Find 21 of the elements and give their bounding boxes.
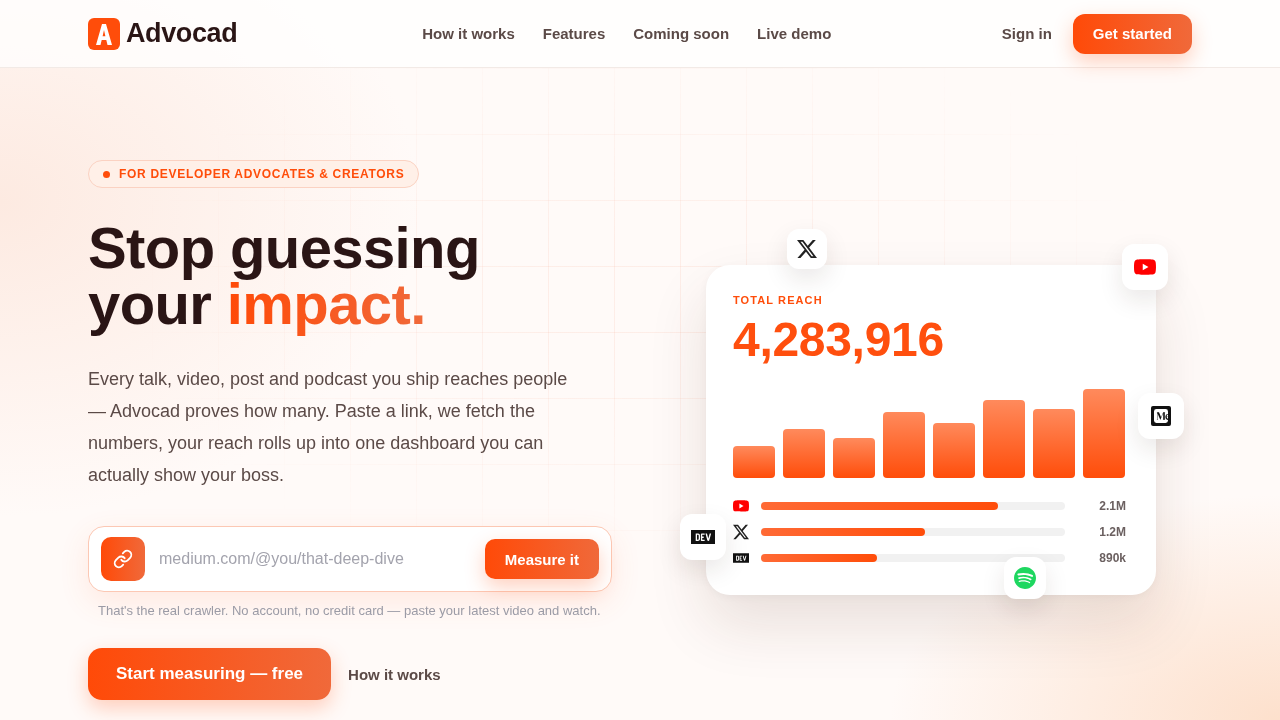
how-it-works-link[interactable]: How it works	[348, 665, 441, 683]
reach-label: TOTAL REACH	[733, 294, 824, 307]
home-link[interactable]: Advocad	[88, 17, 238, 50]
link-icon	[101, 537, 145, 581]
reach-value: 1.2M	[1098, 525, 1126, 539]
nav-link[interactable]: Live demo	[757, 25, 832, 42]
dev-logo-icon	[733, 550, 749, 566]
nav-link[interactable]: Coming soon	[633, 25, 730, 42]
youtube-logo-icon	[733, 498, 749, 514]
reach-total: 4,283,916	[733, 314, 945, 365]
nav-link[interactable]: How it works	[422, 25, 515, 42]
hero-description: Every talk, video, post and podcast you ship reaches people — Advocad proves how many. Paste a link, we fetch the numbers, your reach rolls up into one dashboard you can actually show your boss.	[88, 368, 569, 487]
tag-label: FOR DEVELOPER ADVOCATES & CREATORS	[119, 167, 405, 181]
reach-value: 890k	[1098, 551, 1126, 565]
nav-link[interactable]: Features	[542, 25, 606, 42]
sign-in-link[interactable]: Sign in	[1001, 25, 1052, 42]
dot-icon	[103, 170, 110, 178]
logo-icon	[88, 17, 120, 50]
x-logo-icon	[733, 524, 749, 540]
hint-text: That's the real crawler. No account, no credit card — paste your latest video and watch.	[98, 603, 601, 619]
reach-value: 2.1M	[1098, 499, 1126, 513]
